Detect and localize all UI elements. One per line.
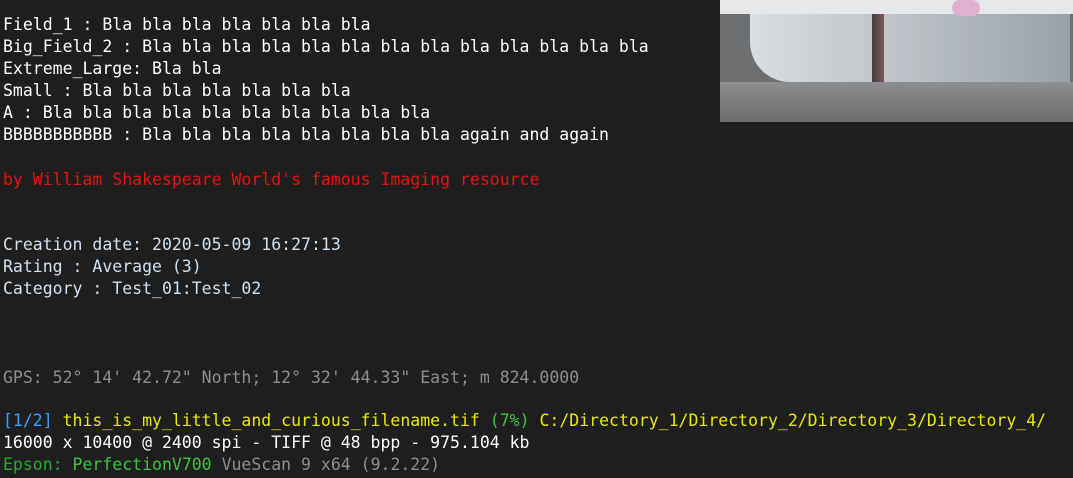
thumbnail-top-band [720,0,1073,14]
scanner-line: Epson: PerfectionV700 VueScan 9 x64 (9.2… [3,454,440,476]
credit-line: by William Shakespeare World's famous Im… [3,170,540,189]
file-path: C:/Directory_1/Directory_2/Directory_3/D… [539,411,1047,430]
file-name: this_is_my_little_and_curious_filename.t… [62,411,480,430]
scanner-version: (9.2.22) [360,455,441,474]
file-info: 16000 x 10400 @ 2400 spi - TIFF @ 48 bpp… [3,433,530,452]
scanner-software: VueScan 9 x64 [221,455,351,474]
metadata-field-6: BBBBBBBBBBB : Bla bla bla bla bla bla bl… [3,125,609,144]
metadata-field-5: A : Bla bla bla bla bla bla bla bla bla … [3,103,431,122]
file-percent: (7%) [489,411,530,430]
thumbnail-inner [750,14,1070,82]
image-thumbnail[interactable] [720,0,1073,122]
category: Category : Test_01:Test_02 [3,279,262,298]
creation-date: Creation date: 2020-05-09 16:27:13 [3,235,341,254]
rating: Rating : Average (3) [3,257,202,276]
metadata-field-2: Big_Field_2 : Bla bla bla bla bla bla bl… [3,37,649,56]
scanner-model: PerfectionV700 [72,455,212,474]
metadata-field-1: Field_1 : Bla bla bla bla bla bla bla [3,15,371,34]
thumbnail-rod [872,14,884,82]
scanner-brand: Epson: [3,455,63,474]
thumbnail-ornament [952,0,980,16]
metadata-field-4: Small : Bla bla bla bla bla bla bla [3,81,351,100]
file-index: [1/2] [3,411,53,430]
gps-coordinates: GPS: 52° 14' 42.72" North; 12° 32' 44.33… [3,368,580,387]
image-viewer-overlay: Field_1 : Bla bla bla bla bla bla bla Bi… [0,0,1073,478]
metadata-field-3: Extreme_Large: Bla bla [3,59,222,78]
thumbnail-rim [720,82,1073,122]
file-line: [1/2] this_is_my_little_and_curious_file… [3,410,1046,432]
